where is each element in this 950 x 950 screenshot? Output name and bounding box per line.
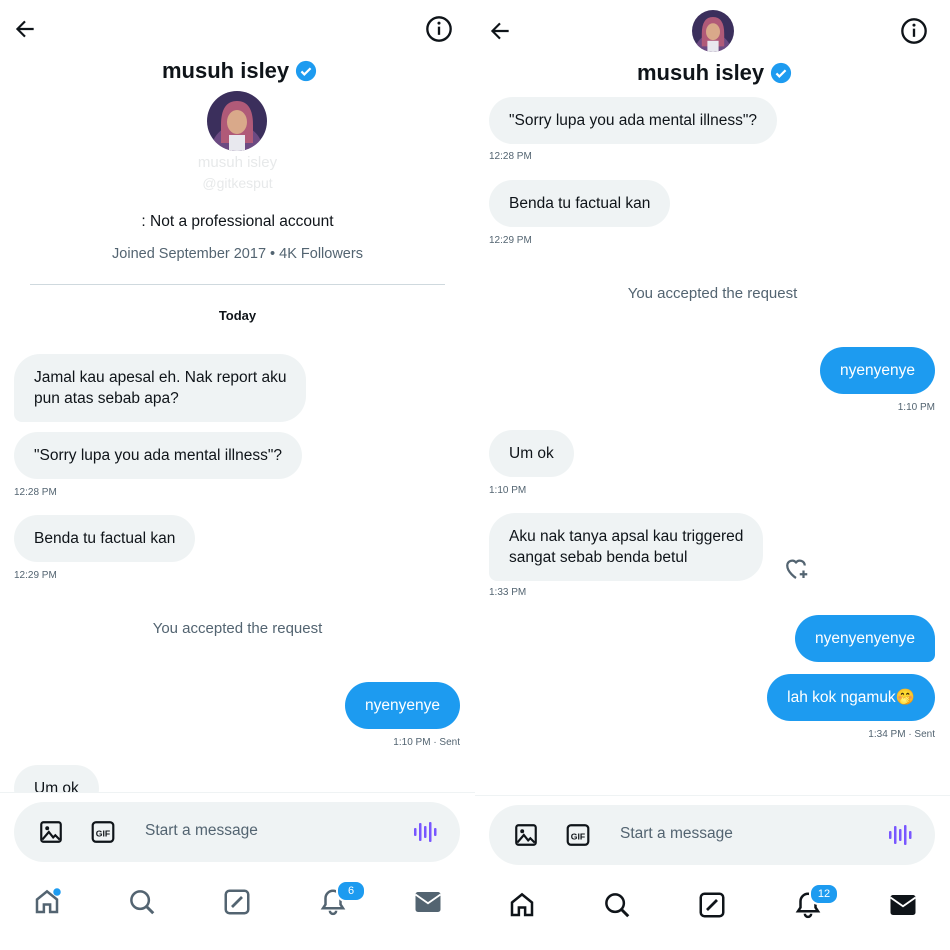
right-conversation-screen: musuh isley "Sorry lupa you ada mental i… [475,0,950,950]
message-text: lah kok ngamuk🤭 [787,689,915,706]
info-icon[interactable] [899,16,929,46]
message-composer[interactable]: GIF Start a message [14,802,460,862]
verified-badge-icon [296,60,317,82]
message-timestamp: 12:29 PM [14,570,57,581]
voice-message-icon[interactable] [886,821,914,854]
message-text: "Sorry lupa you ada mental illness"? [509,112,757,129]
date-label: Today [218,308,257,323]
search-icon[interactable] [125,885,159,919]
message-timestamp: 12:29 PM [489,235,532,246]
message-text: Benda tu factual kan [34,530,176,547]
messages-icon[interactable] [411,885,445,919]
notifications-badge: 12 [809,883,839,905]
verified-badge-icon [771,62,792,84]
message-timestamp: 12:28 PM [14,487,57,498]
message-timestamp: 1:10 PM · Sent [393,737,460,748]
notifications-badge: 6 [336,880,366,902]
divider [30,284,445,285]
svg-text:GIF: GIF [96,828,110,838]
message-text: nyenyenye [840,362,915,379]
message-bubble-received[interactable]: Benda tu factual kan [489,180,671,227]
message-text-line: Aku nak tanya apsal kau triggered [509,528,744,545]
message-bubble-sent[interactable]: lah kok ngamuk🤭 [767,674,935,721]
divider [475,795,950,796]
profile-meta: Joined September 2017 • 4K Followers [112,246,363,262]
divider [0,792,475,793]
message-timestamp: 1:10 PM [897,402,935,413]
conversation-title: musuh isley [162,58,317,84]
message-text: nyenyenyenye [815,630,915,647]
info-icon[interactable] [424,14,454,44]
arrow-left-icon[interactable] [485,16,515,46]
message-bubble-received[interactable]: "Sorry lupa you ada mental illness"? [14,432,302,479]
display-name: musuh isley [162,58,290,83]
message-text: nyenyenye [365,697,440,714]
system-message: You accepted the request [627,285,798,302]
message-input-placeholder[interactable]: Start a message [620,825,733,843]
message-text-line: sangat sebab benda betul [509,549,688,566]
message-composer[interactable]: GIF Start a message [489,805,935,865]
message-text-line: pun atas sebab apa? [34,390,179,407]
image-icon[interactable] [513,822,539,853]
conversation-title: musuh isley [637,60,792,86]
message-bubble-received[interactable]: Benda tu factual kan [14,515,196,562]
heart-plus-icon[interactable] [781,553,811,588]
display-name: musuh isley [637,60,765,85]
messages-icon[interactable] [886,888,920,922]
message-text: Benda tu factual kan [509,195,651,212]
compose-icon[interactable] [220,885,254,919]
home-icon[interactable] [505,888,539,922]
arrow-left-icon[interactable] [10,14,40,44]
message-timestamp: 12:28 PM [489,151,532,162]
message-timestamp: 1:10 PM [489,485,527,496]
message-timestamp: 1:34 PM · Sent [868,729,935,740]
avatar[interactable] [207,91,267,151]
message-bubble-received[interactable]: Um ok [489,430,574,477]
faded-display-name: musuh isley [197,154,278,171]
message-bubble-sent[interactable]: nyenyenyenye [795,615,935,662]
home-icon[interactable] [30,885,64,919]
message-bubble-received[interactable]: Jamal kau apesal eh. Nak report aku pun … [14,354,307,422]
gif-icon[interactable]: GIF [565,822,591,853]
message-text: Um ok [509,445,554,462]
voice-message-icon[interactable] [411,818,439,851]
message-bubble-received[interactable]: Aku nak tanya apsal kau triggered sangat… [489,513,764,581]
svg-text:GIF: GIF [571,831,585,841]
compose-icon[interactable] [695,888,729,922]
account-type: : Not a professional account [141,213,334,230]
image-icon[interactable] [38,819,64,850]
message-bubble-sent[interactable]: nyenyenye [345,682,460,729]
faded-handle: @gitkesput [202,175,273,191]
avatar[interactable] [692,10,734,52]
search-icon[interactable] [600,888,634,922]
message-input-placeholder[interactable]: Start a message [145,822,258,840]
message-timestamp: 1:33 PM [489,587,527,598]
message-bubble-sent[interactable]: nyenyenye [820,347,935,394]
message-text-line: Jamal kau apesal eh. Nak report aku [34,369,287,386]
left-conversation-screen: musuh isley musuh isley @gitkesput : Not… [0,0,475,950]
message-text: "Sorry lupa you ada mental illness"? [34,447,282,464]
message-bubble-received[interactable]: "Sorry lupa you ada mental illness"? [489,97,777,144]
gif-icon[interactable]: GIF [90,819,116,850]
system-message: You accepted the request [152,620,323,637]
